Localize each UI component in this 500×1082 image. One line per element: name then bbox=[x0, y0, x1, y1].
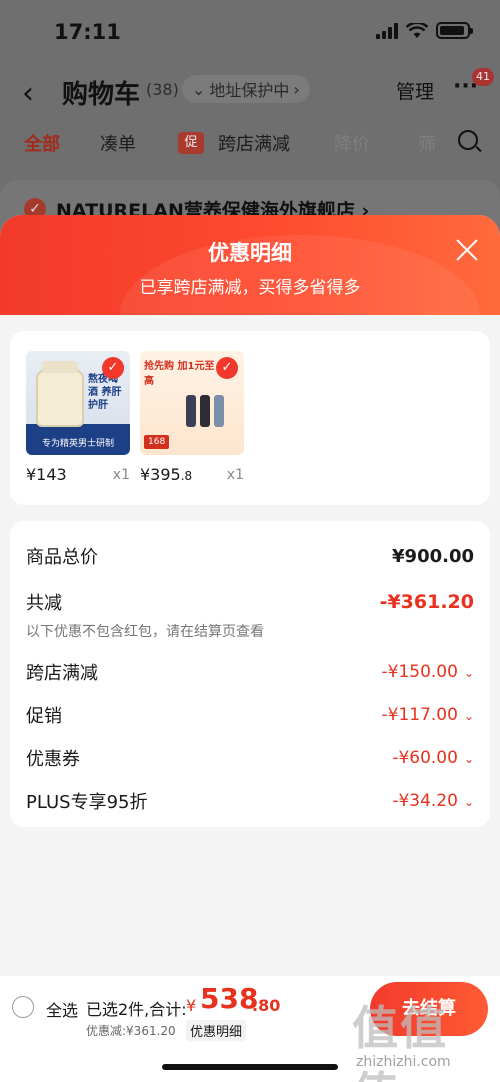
discount-row-coupon[interactable]: 优惠券 -¥60.00 ⌄ bbox=[26, 745, 474, 771]
product-qty: x1 bbox=[226, 467, 244, 483]
total-reduction-label: 共减 bbox=[26, 593, 62, 614]
total-price-row: 商品总价 ¥900.00 bbox=[26, 543, 474, 569]
total-amount: 538 bbox=[200, 982, 259, 1015]
selection-summary: 已选2件,合计: bbox=[86, 1000, 187, 1019]
check-icon: ✓ bbox=[102, 357, 124, 379]
product-image-tag: 168 bbox=[144, 435, 170, 449]
discount-value: -¥60.00 bbox=[392, 748, 458, 768]
product-price: ¥395.8 bbox=[140, 465, 193, 484]
battery-icon bbox=[436, 22, 473, 39]
address-protect-pill[interactable]: ⌄ 地址保护中 › bbox=[182, 75, 310, 103]
price-detail-card: 商品总价 ¥900.00 共减 -¥361.20 以下优惠不包含红包，请在结算页… bbox=[10, 521, 490, 827]
check-icon: ✓ bbox=[216, 357, 238, 379]
discount-row-cross-store[interactable]: 跨店满减 -¥150.00 ⌄ bbox=[26, 659, 474, 685]
tab-cross-store[interactable]: 跨店满减 bbox=[218, 130, 290, 156]
select-all-radio[interactable] bbox=[12, 996, 34, 1018]
bottle-icon bbox=[214, 395, 224, 427]
total-price-value: ¥900.00 bbox=[392, 545, 474, 567]
chevron-right-icon: › bbox=[293, 79, 300, 99]
discount-row-promotion[interactable]: 促销 -¥117.00 ⌄ bbox=[26, 702, 474, 728]
product-item[interactable]: 熬夜喝酒 养肝护肝 专为精英男士研制 ✓ ¥143 x1 bbox=[26, 351, 130, 484]
chevron-down-icon: ⌄ bbox=[463, 794, 474, 809]
discount-label: 跨店满减 bbox=[26, 663, 98, 684]
discount-row-plus[interactable]: PLUS专享95折 -¥34.20 ⌄ bbox=[26, 788, 474, 814]
total-amount-decimal: .80 bbox=[252, 996, 281, 1015]
discount-value: -¥150.00 bbox=[381, 662, 458, 682]
discount-label: PLUS专享95折 bbox=[26, 792, 148, 813]
bottle-icon bbox=[200, 395, 210, 427]
discount-label: 优惠券 bbox=[26, 749, 80, 770]
reduction-note: 以下优惠不包含红包，请在结算页查看 bbox=[26, 624, 264, 640]
address-protect-label: 地址保护中 bbox=[209, 81, 290, 100]
status-time: 17:11 bbox=[54, 20, 121, 44]
tab-price-drop[interactable]: 降价 bbox=[334, 130, 370, 156]
manage-button[interactable]: 管理 bbox=[396, 77, 434, 104]
chevron-left-icon[interactable]: ‹ bbox=[22, 76, 34, 111]
filter-tabs: 全部 凑单 促 跨店满减 降价 筛 bbox=[0, 126, 500, 160]
discount-value: -¥34.20 bbox=[392, 791, 458, 811]
total-price-label: 商品总价 bbox=[26, 547, 98, 568]
products-card: 熬夜喝酒 养肝护肝 专为精英男士研制 ✓ ¥143 x1 抢先购 加1元至高 1… bbox=[10, 331, 490, 505]
product-image-text: 抢先购 加1元至高 bbox=[144, 361, 215, 387]
chevron-down-icon: ⌄ bbox=[192, 79, 206, 99]
promo-badge: 促 bbox=[178, 132, 204, 154]
close-icon[interactable] bbox=[454, 237, 480, 263]
total-reduction-value: -¥361.20 bbox=[379, 591, 474, 613]
discount-detail-sheet: 优惠明细 已享跨店满减，买得多省得多 熬夜喝酒 养肝护肝 专为精英男士研制 ✓ … bbox=[0, 215, 500, 1082]
watermark: 值值值 zhizhizhi.com bbox=[352, 992, 492, 1082]
product-image: 抢先购 加1元至高 168 ✓ bbox=[140, 351, 244, 455]
discount-detail-link[interactable]: 优惠明细 bbox=[186, 1020, 247, 1041]
chevron-down-icon: ⌄ bbox=[463, 751, 474, 766]
cart-count: (38) bbox=[146, 80, 179, 99]
home-indicator bbox=[162, 1064, 338, 1070]
sheet-title: 优惠明细 bbox=[208, 241, 292, 265]
signal-icon bbox=[376, 22, 398, 39]
product-image-text: 熬夜喝酒 养肝护肝 bbox=[88, 374, 122, 411]
status-icons bbox=[376, 22, 473, 39]
select-all-label[interactable]: 全选 bbox=[46, 997, 78, 1021]
product-item[interactable]: 抢先购 加1元至高 168 ✓ ¥395.8 x1 bbox=[140, 351, 244, 484]
status-bar: 17:11 bbox=[0, 0, 500, 66]
tab-filter[interactable]: 筛 bbox=[418, 130, 436, 156]
wifi-icon bbox=[406, 22, 428, 38]
total-reduction-row: 共减 -¥361.20 bbox=[26, 589, 474, 615]
chevron-down-icon: ⌄ bbox=[463, 708, 474, 723]
tab-bundle[interactable]: 凑单 bbox=[100, 130, 136, 156]
sheet-subtitle: 已享跨店满减，买得多省得多 bbox=[139, 278, 361, 298]
supplement-jar-icon bbox=[36, 361, 84, 427]
watermark-url: zhizhizhi.com bbox=[356, 1054, 451, 1070]
discount-value: -¥117.00 bbox=[381, 705, 458, 725]
search-icon[interactable] bbox=[458, 130, 478, 150]
total-currency: ¥ bbox=[186, 996, 197, 1015]
tab-all[interactable]: 全部 bbox=[24, 130, 60, 156]
discount-summary: 优惠减:¥361.20 bbox=[86, 1024, 176, 1038]
bottle-icon bbox=[186, 395, 196, 427]
page-title: 购物车 bbox=[62, 80, 141, 110]
product-price: ¥143 bbox=[26, 465, 67, 484]
product-image-band: 专为精英男士研制 bbox=[41, 439, 114, 449]
message-count-badge: 41 bbox=[472, 68, 494, 86]
discount-label: 促销 bbox=[26, 706, 62, 727]
product-qty: x1 bbox=[112, 467, 130, 483]
chevron-down-icon: ⌄ bbox=[463, 665, 474, 680]
product-image: 熬夜喝酒 养肝护肝 专为精英男士研制 ✓ bbox=[26, 351, 130, 455]
